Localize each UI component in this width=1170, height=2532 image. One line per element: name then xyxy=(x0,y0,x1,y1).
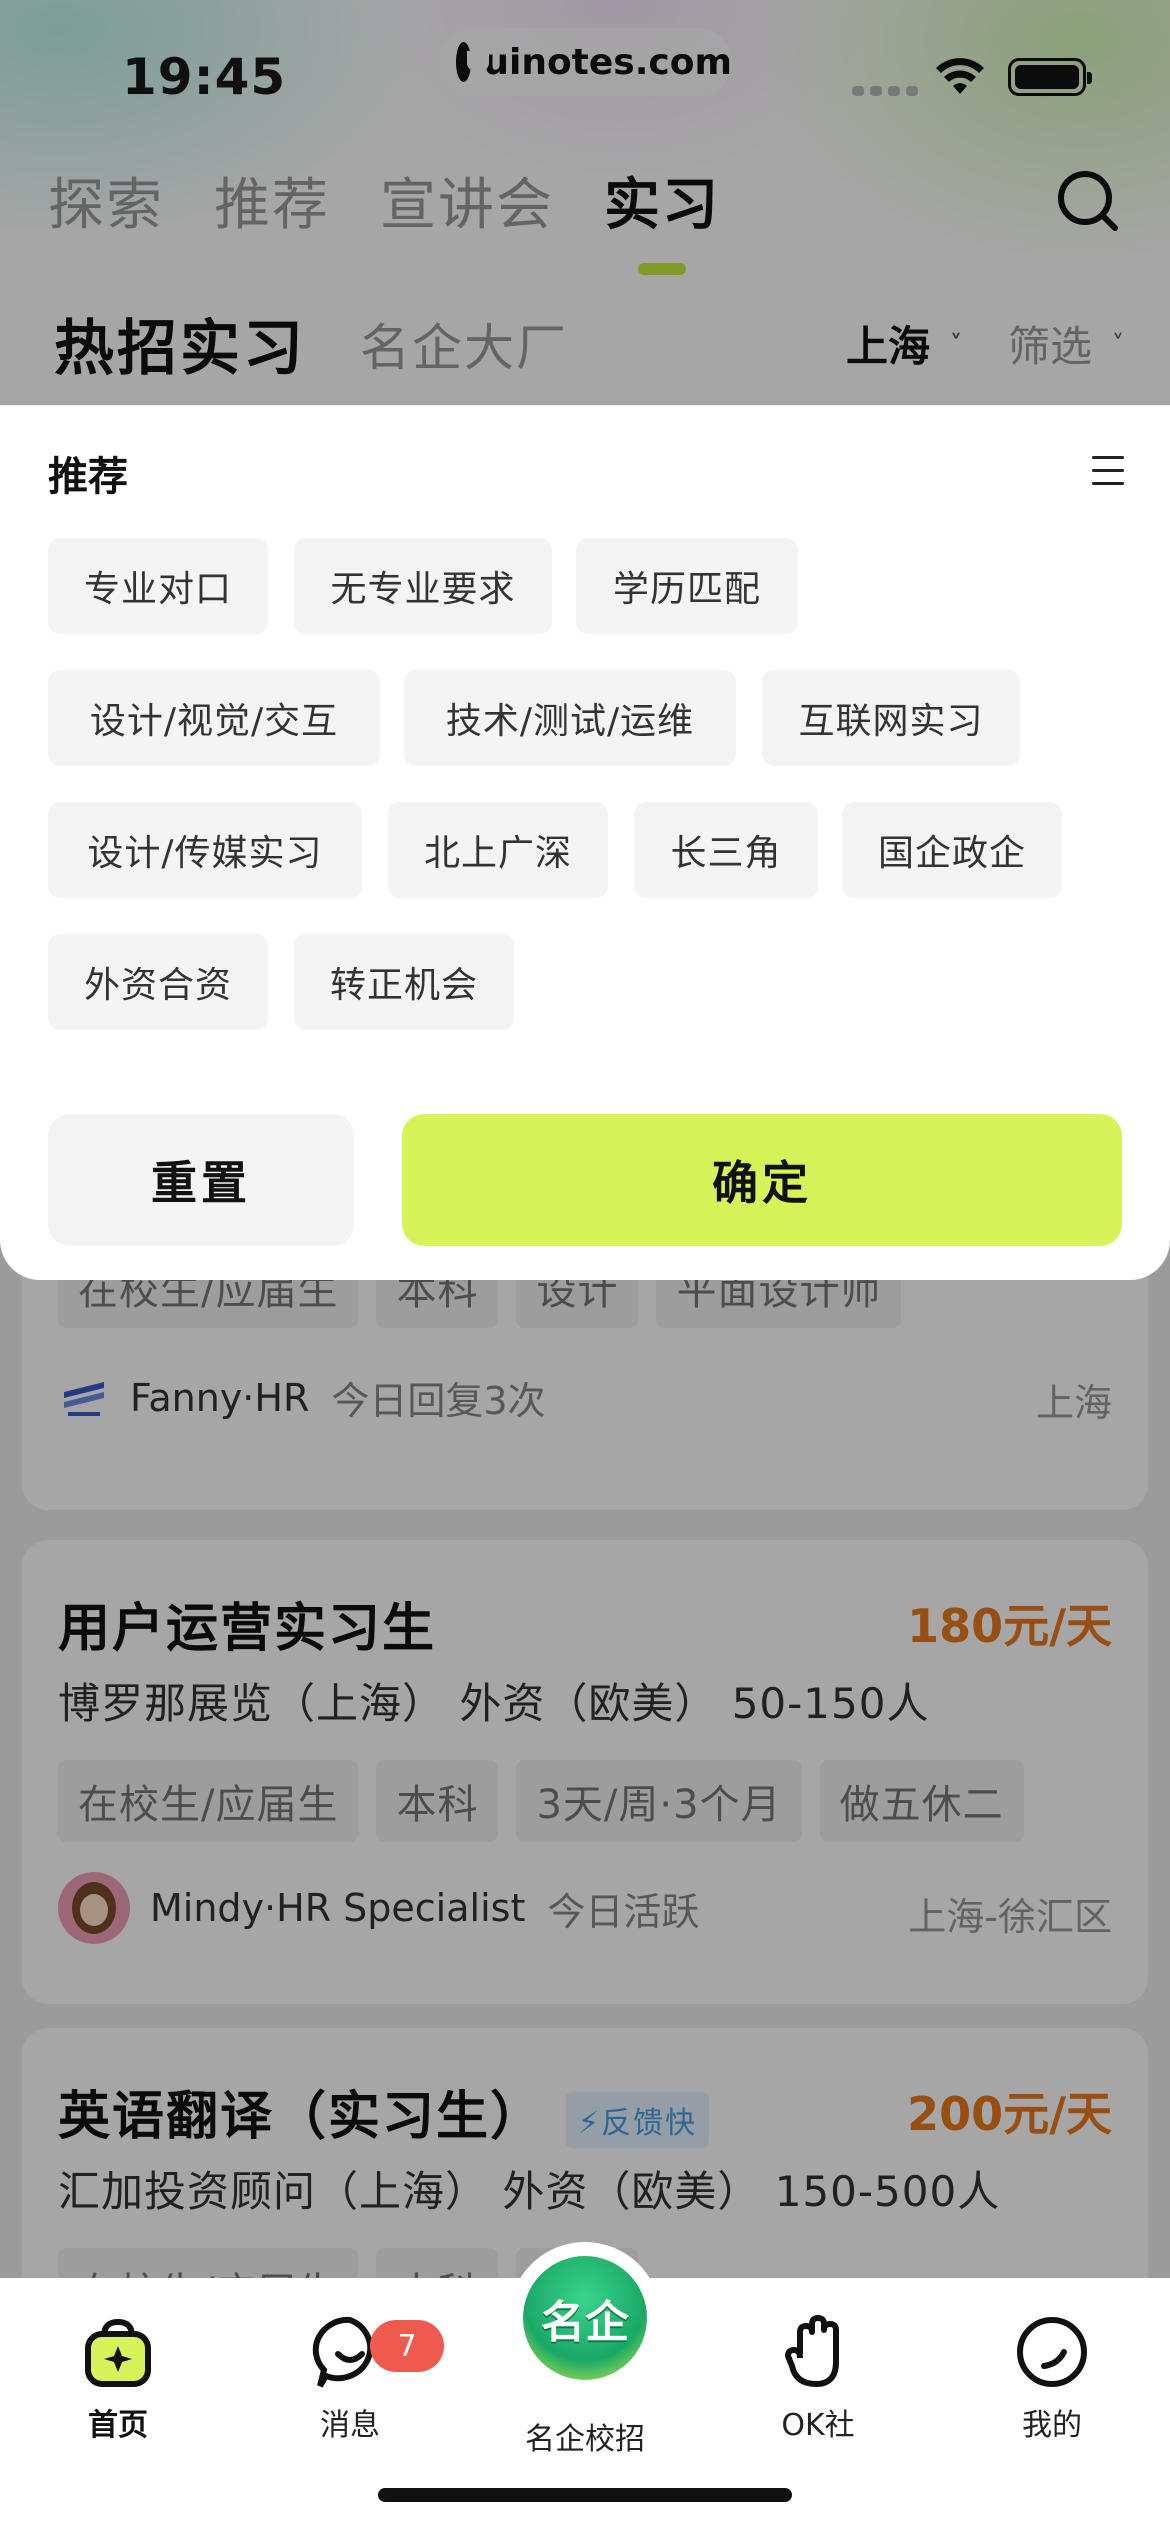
filter-chip[interactable]: 技术/测试/运维 xyxy=(404,670,736,766)
center-logo-text: 名企 xyxy=(523,2256,647,2380)
filter-chip[interactable]: 国企政企 xyxy=(842,802,1062,898)
reset-button[interactable]: 重置 xyxy=(48,1114,354,1246)
filter-chip[interactable]: 无专业要求 xyxy=(294,538,552,634)
recommend-filter-panel: 推荐 专业对口 无专业要求 学历匹配 设计/视觉/交互 技术/测试/运维 互联网… xyxy=(0,405,1170,1280)
filter-chip[interactable]: 设计/视觉/交互 xyxy=(48,670,380,766)
nav-label: 消息 xyxy=(320,2408,380,2443)
confirm-button[interactable]: 确定 xyxy=(402,1114,1122,1246)
filter-chip[interactable]: 北上广深 xyxy=(388,802,608,898)
app-screen: 19:45 uinotes.com 探索 推荐 宣讲会 实习 热招实习 名企大厂… xyxy=(0,0,1170,2532)
nav-label: OK社 xyxy=(781,2408,855,2443)
profile-icon xyxy=(1017,2317,1087,2387)
filter-chip[interactable]: 互联网实习 xyxy=(762,670,1020,766)
nav-ok-club[interactable]: OK社 xyxy=(748,2314,888,2444)
famous-company-logo[interactable]: 名企 xyxy=(509,2242,661,2394)
filter-chip[interactable]: 专业对口 xyxy=(48,538,268,634)
filter-chip[interactable]: 长三角 xyxy=(634,802,818,898)
nav-label: 我的 xyxy=(1022,2408,1082,2443)
unread-badge: 7 xyxy=(370,2320,444,2372)
hand-icon xyxy=(785,2315,839,2387)
panel-title: 推荐 xyxy=(48,454,128,500)
home-bag-icon xyxy=(85,2318,151,2387)
menu-icon[interactable] xyxy=(1092,456,1124,495)
filter-chip[interactable]: 学历匹配 xyxy=(576,538,798,634)
nav-mine[interactable]: 我的 xyxy=(982,2314,1122,2444)
nav-famous-campus[interactable]: 名企校招 xyxy=(515,2408,655,2458)
filter-chip[interactable]: 转正机会 xyxy=(294,934,514,1030)
home-indicator xyxy=(378,2488,792,2502)
filter-chip[interactable]: 外资合资 xyxy=(48,934,268,1030)
nav-label: 名企校招 xyxy=(525,2422,645,2457)
nav-home[interactable]: 首页 xyxy=(48,2314,188,2444)
filter-chip[interactable]: 设计/传媒实习 xyxy=(48,802,362,898)
nav-label: 首页 xyxy=(88,2408,148,2443)
